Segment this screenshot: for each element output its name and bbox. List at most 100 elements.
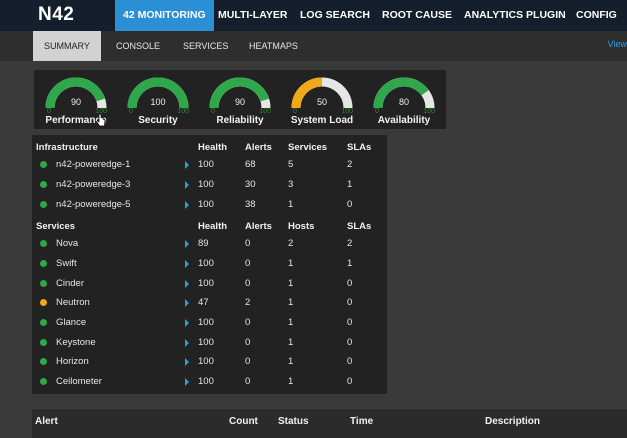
table-row-infrastructure[interactable]: n42-poweredge-3 100 30 3 1: [32, 175, 387, 195]
tab-console[interactable]: CONSOLE: [116, 31, 160, 61]
slas-value: 0: [347, 297, 353, 308]
health-value: 100: [198, 376, 214, 387]
column-header-alert[interactable]: Alert: [35, 416, 58, 427]
column-header-alerts: Alerts: [245, 142, 272, 153]
status-dot-icon: [40, 280, 47, 287]
expand-arrow-icon[interactable]: [185, 181, 189, 189]
gauge-reliability[interactable]: 90 0 100 Reliability: [207, 74, 273, 126]
hosts-value: 1: [288, 278, 294, 289]
health-value: 100: [198, 159, 214, 170]
slas-value: 0: [347, 337, 353, 348]
column-header-health: Health: [198, 142, 228, 153]
table-row-service[interactable]: Glance 100 0 1 0: [32, 313, 387, 333]
slas-value: 2: [347, 159, 353, 170]
tab-summary[interactable]: SUMMARY: [33, 31, 101, 61]
service-name[interactable]: Nova: [56, 238, 78, 249]
tab-services[interactable]: SERVICES: [183, 31, 228, 61]
nav-item-42-monitoring[interactable]: 42 MONITORING: [115, 0, 214, 31]
service-name[interactable]: Ceilometer: [56, 376, 102, 387]
hosts-value: 1: [288, 258, 294, 269]
gauge-value: 100: [150, 97, 166, 107]
app-logo[interactable]: N42: [38, 4, 74, 26]
column-header-health: Health: [198, 221, 228, 232]
alerts-table-header: Alert Count Status Time Description: [32, 409, 627, 438]
alerts-value: 0: [245, 317, 251, 328]
service-name[interactable]: Cinder: [56, 278, 84, 289]
column-header-status[interactable]: Status: [278, 416, 309, 427]
column-header-infrastructure: Infrastructure: [36, 142, 98, 153]
services-value: 5: [288, 159, 294, 170]
gauge-system-load[interactable]: 50 0 100 System Load: [289, 74, 355, 126]
service-name[interactable]: Keystone: [56, 337, 96, 348]
expand-arrow-icon[interactable]: [185, 280, 189, 288]
table-row-service[interactable]: Swift 100 0 1 1: [32, 254, 387, 274]
expand-arrow-icon[interactable]: [185, 161, 189, 169]
table-row-service[interactable]: Ceilometer 100 0 1 0: [32, 372, 387, 392]
services-value: 3: [288, 179, 294, 190]
status-dot-icon: [40, 299, 47, 306]
table-row-service[interactable]: Neutron 47 2 1 0: [32, 293, 387, 313]
slas-value: 1: [347, 258, 353, 269]
hosts-value: 1: [288, 297, 294, 308]
gauge-min: 0: [129, 108, 133, 115]
hosts-value: 1: [288, 317, 294, 328]
column-header-slas: SLAs: [347, 142, 372, 153]
host-name[interactable]: n42-poweredge-3: [56, 179, 130, 190]
host-name[interactable]: n42-poweredge-1: [56, 159, 130, 170]
gauge-value: 50: [316, 97, 327, 107]
expand-arrow-icon[interactable]: [185, 240, 189, 248]
status-dot-icon: [40, 358, 47, 365]
view-link[interactable]: View: [608, 39, 627, 49]
nav-item-config[interactable]: CONFIG: [576, 0, 617, 31]
column-header-alerts: Alerts: [245, 221, 272, 232]
column-header-services: Services: [36, 221, 76, 232]
expand-arrow-icon[interactable]: [185, 260, 189, 268]
health-value: 100: [198, 179, 214, 190]
nav-item-multi-layer[interactable]: MULTI-LAYER: [218, 0, 287, 31]
sub-nav-bar: SUMMARY CONSOLE SERVICES HEATMAPS View: [0, 31, 627, 61]
health-value: 100: [198, 317, 214, 328]
service-name[interactable]: Swift: [56, 258, 77, 269]
nav-item-root-cause[interactable]: ROOT CAUSE: [382, 0, 452, 31]
service-name[interactable]: Glance: [56, 317, 86, 328]
table-row-service[interactable]: Nova 89 0 2 2: [32, 234, 387, 254]
alerts-value: 0: [245, 258, 251, 269]
services-value: 1: [288, 199, 294, 210]
health-value: 89: [198, 238, 209, 249]
gauge-min: 0: [375, 108, 379, 115]
column-header-count[interactable]: Count: [229, 416, 258, 427]
table-row-service[interactable]: Cinder 100 0 1 0: [32, 274, 387, 294]
column-header-slas: SLAs: [347, 221, 372, 232]
slas-value: 0: [347, 376, 353, 387]
table-row-service[interactable]: Keystone 100 0 1 0: [32, 333, 387, 353]
status-dot-icon: [40, 181, 47, 188]
service-name[interactable]: Horizon: [56, 356, 89, 367]
table-row-infrastructure[interactable]: n42-poweredge-1 100 68 5 2: [32, 155, 387, 175]
gauge-availability[interactable]: 80 0 100 Availability: [371, 74, 437, 126]
tab-heatmaps[interactable]: HEATMAPS: [249, 31, 298, 61]
expand-arrow-icon[interactable]: [185, 339, 189, 347]
nav-item-log-search[interactable]: LOG SEARCH: [300, 0, 370, 31]
service-name[interactable]: Neutron: [56, 297, 90, 308]
health-value: 100: [198, 356, 214, 367]
column-header-time[interactable]: Time: [350, 416, 373, 427]
expand-arrow-icon[interactable]: [185, 378, 189, 386]
expand-arrow-icon[interactable]: [185, 319, 189, 327]
expand-arrow-icon[interactable]: [185, 358, 189, 366]
top-nav-bar: N42 42 MONITORING MULTI-LAYER LOG SEARCH…: [0, 0, 627, 31]
slas-value: 1: [347, 179, 353, 190]
expand-arrow-icon[interactable]: [185, 299, 189, 307]
nav-item-analytics-plugin[interactable]: ANALYTICS PLUGIN: [464, 0, 566, 31]
table-row-infrastructure[interactable]: n42-poweredge-5 100 38 1 0: [32, 195, 387, 215]
expand-arrow-icon[interactable]: [185, 201, 189, 209]
hosts-value: 2: [288, 238, 294, 249]
alerts-value: 0: [245, 238, 251, 249]
slas-value: 0: [347, 317, 353, 328]
column-header-description[interactable]: Description: [485, 416, 540, 427]
health-value: 100: [198, 258, 214, 269]
gauge-label: System Load: [290, 115, 354, 126]
gauge-security[interactable]: 100 0 100 Security: [125, 74, 191, 126]
alerts-value: 30: [245, 179, 256, 190]
host-name[interactable]: n42-poweredge-5: [56, 199, 130, 210]
table-row-service[interactable]: Horizon 100 0 1 0: [32, 352, 387, 372]
